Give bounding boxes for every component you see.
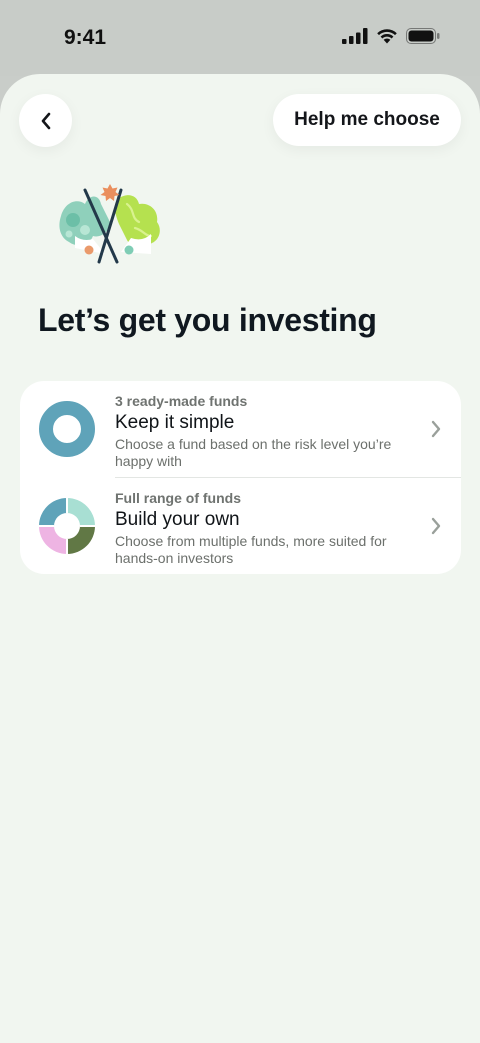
option-eyebrow: 3 ready-made funds	[115, 393, 248, 409]
status-icons	[342, 28, 440, 44]
back-button[interactable]	[19, 94, 72, 147]
help-me-choose-button[interactable]: Help me choose	[273, 94, 461, 146]
option-build-your-own[interactable]: Full range of funds Build your own Choos…	[20, 478, 461, 574]
chevron-right-icon	[431, 517, 441, 535]
option-text: 3 ready-made funds Keep it simple Choose…	[115, 393, 425, 470]
chevron-left-icon	[41, 112, 50, 129]
option-title: Build your own	[115, 509, 240, 530]
fund-options-card: 3 ready-made funds Keep it simple Choose…	[20, 381, 461, 574]
option-eyebrow: Full range of funds	[115, 490, 241, 506]
cellular-signal-icon	[342, 28, 368, 44]
multi-fund-ring-icon	[38, 497, 96, 555]
wifi-icon	[377, 29, 397, 44]
status-bar: 9:41	[0, 0, 480, 76]
status-time: 9:41	[64, 26, 107, 49]
chevron-right-icon	[431, 420, 441, 438]
option-description: Choose from multiple funds, more suited …	[115, 533, 387, 566]
battery-icon	[406, 28, 440, 44]
single-fund-ring-icon	[39, 401, 95, 457]
main-sheet: Help me choose Let’s get you investing 3	[0, 74, 480, 1043]
option-description: Choose a fund based on the risk level yo…	[115, 436, 392, 469]
option-text: Full range of funds Build your own Choos…	[115, 490, 425, 567]
crossed-flags-illustration	[59, 184, 160, 264]
page-title: Let’s get you investing	[38, 302, 377, 338]
option-keep-it-simple[interactable]: 3 ready-made funds Keep it simple Choose…	[20, 381, 461, 477]
option-title: Keep it simple	[115, 412, 235, 433]
